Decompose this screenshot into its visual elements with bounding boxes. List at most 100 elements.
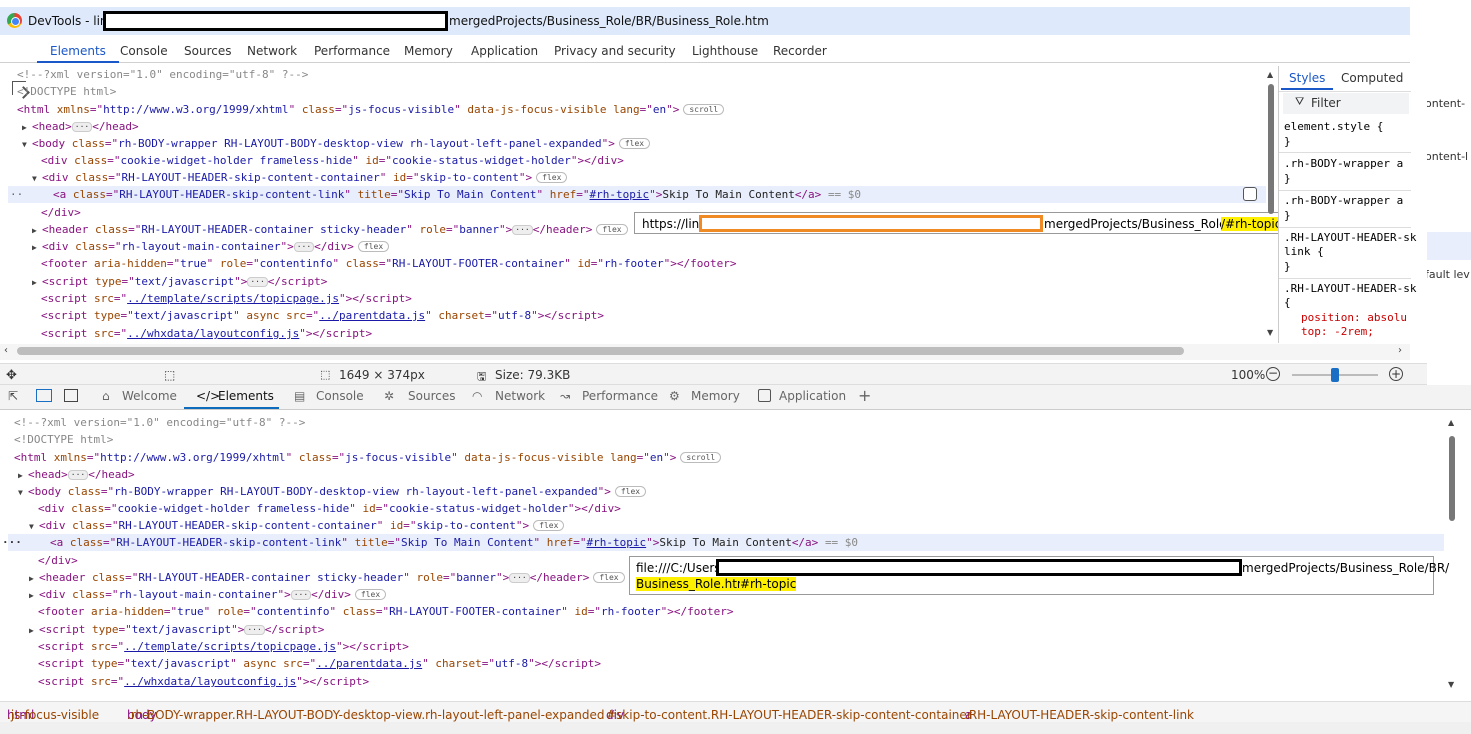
tab-welcome[interactable]: Welcome bbox=[122, 389, 177, 403]
dom-line[interactable]: ▶ <script type="text/javascript"> ··· </scr… bbox=[32, 273, 327, 290]
tab-memory[interactable]: Memory bbox=[404, 44, 453, 58]
redaction-box bbox=[103, 11, 448, 31]
flex-badge[interactable]: flex bbox=[596, 224, 628, 235]
flex-badge[interactable]: flex bbox=[536, 172, 568, 183]
dom-line[interactable]: <footer aria-hidden="true" role="content… bbox=[41, 255, 736, 272]
move-icon[interactable]: ✥ bbox=[6, 368, 17, 383]
dom-line[interactable]: ▶ <head> ··· </head> bbox=[22, 118, 139, 135]
tab-lighthouse[interactable]: Lighthouse bbox=[692, 44, 758, 58]
dom-line[interactable]: ▶ <header class="RH-LAYOUT-HEADER-contain… bbox=[32, 221, 628, 238]
inspect-icon[interactable]: ⇱ bbox=[8, 389, 18, 403]
tab-memory-bottom[interactable]: Memory bbox=[691, 389, 740, 403]
dom-scrollbar-top[interactable]: ▲ ▼ bbox=[1266, 70, 1276, 340]
dom-line[interactable]: ▶ <script type="text/javascript"> ··· </scr… bbox=[29, 621, 324, 638]
tab-privacy-security[interactable]: Privacy and security bbox=[554, 44, 676, 58]
style-line: position: absolu bbox=[1301, 311, 1407, 324]
dom-scrollbar-bottom[interactable]: ▲ ▼ bbox=[1446, 418, 1458, 692]
size-text: Size: 79.3KB bbox=[495, 368, 571, 382]
dom-line[interactable]: ▼ <div class="RH-LAYOUT-HEADER-skip-conte… bbox=[29, 517, 565, 534]
dom-line[interactable]: ▼ <body class="rh-BODY-wrapper RH-LAYOUT-… bbox=[18, 483, 647, 500]
dom-line[interactable]: <footer aria-hidden="true" role="content… bbox=[38, 603, 733, 620]
dom-line[interactable]: <div class="cookie-widget-holder framele… bbox=[38, 500, 621, 517]
background-page-fragment: ontent- ontent-l fault lev bbox=[1427, 0, 1471, 385]
dom-line[interactable]: <div class="cookie-widget-holder framele… bbox=[41, 152, 624, 169]
tab-performance-bottom[interactable]: Performance bbox=[582, 389, 658, 403]
style-line: .rh-BODY-wrapper a bbox=[1284, 194, 1404, 207]
performance-icon: ↝ bbox=[560, 389, 571, 403]
tab-application-bottom[interactable]: Application bbox=[779, 389, 846, 403]
styles-filter-input[interactable]: ⛛ Filter bbox=[1283, 93, 1409, 114]
scroll-badge[interactable]: scroll bbox=[680, 452, 722, 463]
zoom-in-button[interactable]: + bbox=[1389, 367, 1403, 381]
flex-badge[interactable]: flex bbox=[618, 138, 651, 149]
window-title-prefix: DevTools - lin bbox=[28, 14, 108, 28]
dimensions-text: 1649 × 374px bbox=[339, 368, 425, 382]
dom-line-selected[interactable]: <a class="RH-LAYOUT-HEADER-skip-content-… bbox=[50, 534, 858, 551]
zoom-slider[interactable] bbox=[1292, 368, 1378, 382]
tab-computed[interactable]: Computed bbox=[1341, 71, 1403, 85]
node-ellipsis[interactable]: ··· bbox=[2, 534, 22, 551]
tab-console-bottom[interactable]: Console bbox=[316, 389, 364, 403]
horizontal-scrollbar-top[interactable]: ‹ › bbox=[0, 344, 1410, 360]
title-bar: DevTools - lin mergedProjects/Business_R… bbox=[0, 7, 1410, 35]
flex-badge[interactable]: flex bbox=[354, 589, 387, 600]
dock-icon[interactable] bbox=[64, 389, 78, 402]
dom-line[interactable]: <script type="text/javascript" async src… bbox=[41, 307, 604, 324]
styles-panel-edge bbox=[1460, 440, 1471, 700]
dom-line[interactable]: <html xmlns="http://www.w3.org/1999/xhtm… bbox=[14, 449, 722, 466]
tab-recorder[interactable]: Recorder bbox=[773, 44, 827, 58]
tooltip-url-prefix: https://lin- bbox=[642, 217, 704, 231]
node-ellipsis[interactable]: ·· bbox=[10, 186, 23, 203]
tab-sources[interactable]: Sources bbox=[184, 44, 231, 58]
chrome-icon bbox=[7, 13, 22, 28]
tab-sources-bottom[interactable]: Sources bbox=[408, 389, 455, 403]
tab-console[interactable]: Console bbox=[120, 44, 168, 58]
style-line: link { bbox=[1284, 245, 1324, 258]
dom-line[interactable]: <script src="../template/scripts/topicpa… bbox=[41, 290, 412, 307]
tab-application[interactable]: Application bbox=[471, 44, 538, 58]
style-line: element.style { bbox=[1284, 120, 1384, 133]
wifi-icon: ◠ bbox=[472, 389, 483, 403]
flex-badge[interactable]: flex bbox=[614, 486, 647, 497]
tab-performance[interactable]: Performance bbox=[314, 44, 390, 58]
filter-icon: ⛛ bbox=[1295, 95, 1305, 108]
copy-icon[interactable] bbox=[1243, 187, 1257, 201]
dom-line[interactable]: <script src="../template/scripts/topicpa… bbox=[38, 638, 409, 655]
dom-line[interactable]: </div> bbox=[38, 552, 78, 569]
dom-line[interactable]: <script src="../whxdata/layoutconfig.js"… bbox=[41, 325, 372, 340]
screenshot-icon[interactable]: ⬚ bbox=[164, 368, 175, 382]
dom-line[interactable]: ▶ <div class="rh-layout-main-container"> ·… bbox=[29, 586, 387, 603]
tooltip-url-hash: #rh-topic bbox=[740, 577, 797, 591]
flex-badge[interactable]: flex bbox=[593, 572, 625, 583]
application-icon bbox=[758, 389, 771, 402]
code-icon: </> bbox=[196, 389, 221, 403]
dom-line[interactable]: <html xmlns="http://www.w3.org/1999/xhtm… bbox=[17, 101, 725, 118]
zoom-slider-thumb[interactable] bbox=[1331, 368, 1339, 382]
dom-line[interactable]: ▶ <header class="RH-LAYOUT-HEADER-contain… bbox=[29, 569, 625, 586]
dom-line[interactable]: <script src="../whxdata/layoutconfig.js"… bbox=[38, 673, 369, 690]
dom-line[interactable]: <script type="text/javascript" async src… bbox=[38, 655, 601, 672]
dom-line[interactable]: ▼ <div class="RH-LAYOUT-HEADER-skip-conte… bbox=[32, 169, 568, 186]
dom-line[interactable]: ▶ <head> ··· </head> bbox=[18, 466, 135, 483]
background-text: ontent- bbox=[1427, 97, 1466, 110]
device-toolbar-icon[interactable] bbox=[36, 389, 52, 402]
home-icon: ⌂ bbox=[102, 389, 110, 403]
tab-elements-bottom[interactable]: Elements bbox=[218, 389, 274, 403]
zoom-out-button[interactable]: − bbox=[1266, 367, 1280, 381]
style-line: } bbox=[1284, 135, 1291, 148]
dom-line: <!DOCTYPE html> bbox=[17, 85, 117, 98]
flex-badge[interactable]: flex bbox=[533, 520, 565, 531]
selected-marker: == $0 bbox=[827, 188, 862, 201]
dom-line[interactable]: ▼ <body class="rh-BODY-wrapper RH-LAYOUT-… bbox=[22, 135, 651, 152]
flex-badge[interactable]: flex bbox=[357, 241, 390, 252]
tab-network[interactable]: Network bbox=[247, 44, 297, 58]
tab-styles[interactable]: Styles bbox=[1280, 71, 1334, 90]
add-tab-icon[interactable]: + bbox=[858, 386, 871, 405]
tab-elements[interactable]: Elements bbox=[37, 44, 119, 63]
dom-line[interactable]: </div> bbox=[41, 204, 81, 221]
dom-line-selected[interactable]: <a class="RH-LAYOUT-HEADER-skip-content-… bbox=[53, 186, 861, 203]
scroll-badge[interactable]: scroll bbox=[683, 104, 725, 115]
dom-line[interactable]: ▶ <div class="rh-layout-main-container"> ·… bbox=[32, 238, 390, 255]
tab-network-bottom[interactable]: Network bbox=[495, 389, 545, 403]
style-line: .RH-LAYOUT-HEADER-sk bbox=[1284, 231, 1417, 244]
